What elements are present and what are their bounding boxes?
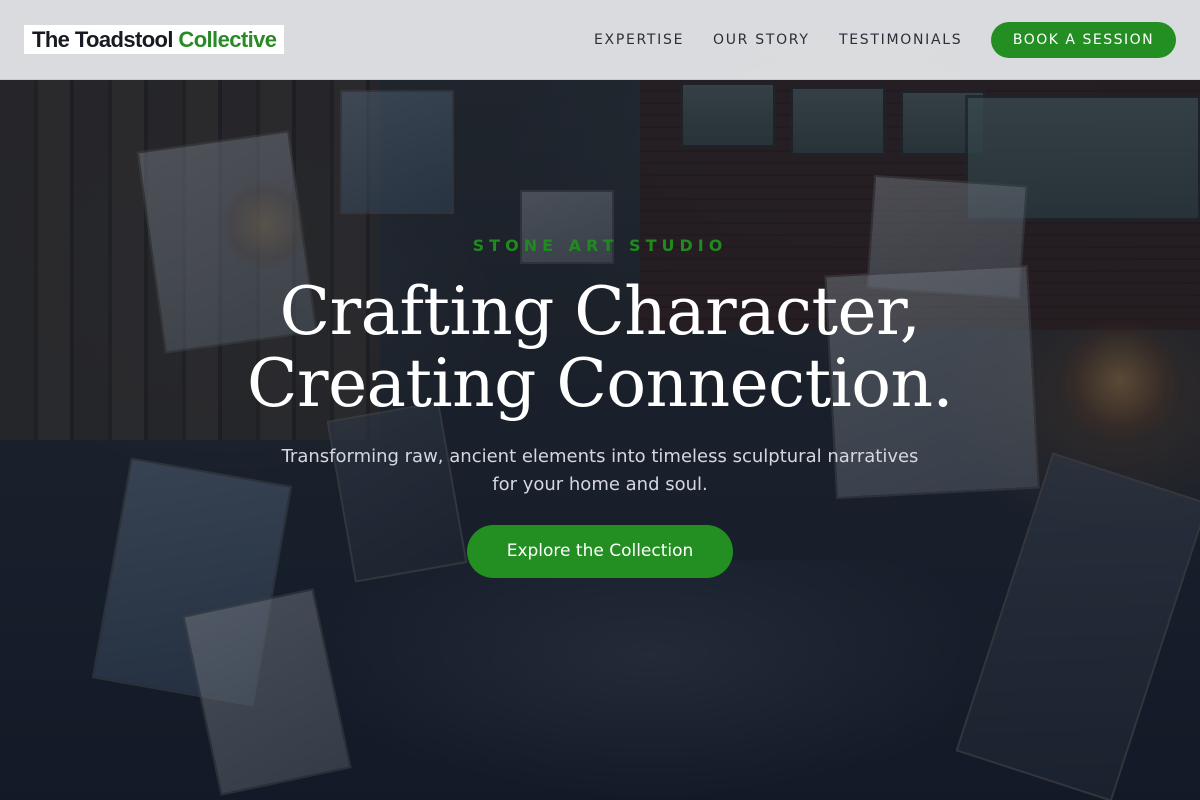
hero-section: STONE ART STUDIO Crafting Character, Cre… bbox=[0, 0, 1200, 800]
explore-collection-button[interactable]: Explore the Collection bbox=[467, 525, 733, 578]
hero-subheadline: Transforming raw, ancient elements into … bbox=[281, 446, 919, 495]
brand-logo[interactable]: The Toadstool Collective bbox=[24, 25, 285, 54]
brand-name-accent: Collective bbox=[178, 27, 277, 52]
hero-headline: Crafting Character, Creating Connection. bbox=[100, 276, 1100, 420]
site-header: The Toadstool Collective EXPERTISE OUR S… bbox=[0, 0, 1200, 80]
brand-name-primary: The Toadstool bbox=[32, 27, 174, 52]
nav-link-testimonials[interactable]: TESTIMONIALS bbox=[839, 0, 962, 80]
hero-eyebrow: STONE ART STUDIO bbox=[472, 236, 728, 255]
hero-headline-line2: Creating Connection. bbox=[247, 345, 953, 422]
hero-headline-line1: Crafting Character, bbox=[279, 273, 921, 350]
nav-link-our-story[interactable]: OUR STORY bbox=[713, 0, 810, 80]
nav-link-expertise[interactable]: EXPERTISE bbox=[594, 0, 684, 80]
book-session-button[interactable]: BOOK A SESSION bbox=[991, 22, 1176, 58]
